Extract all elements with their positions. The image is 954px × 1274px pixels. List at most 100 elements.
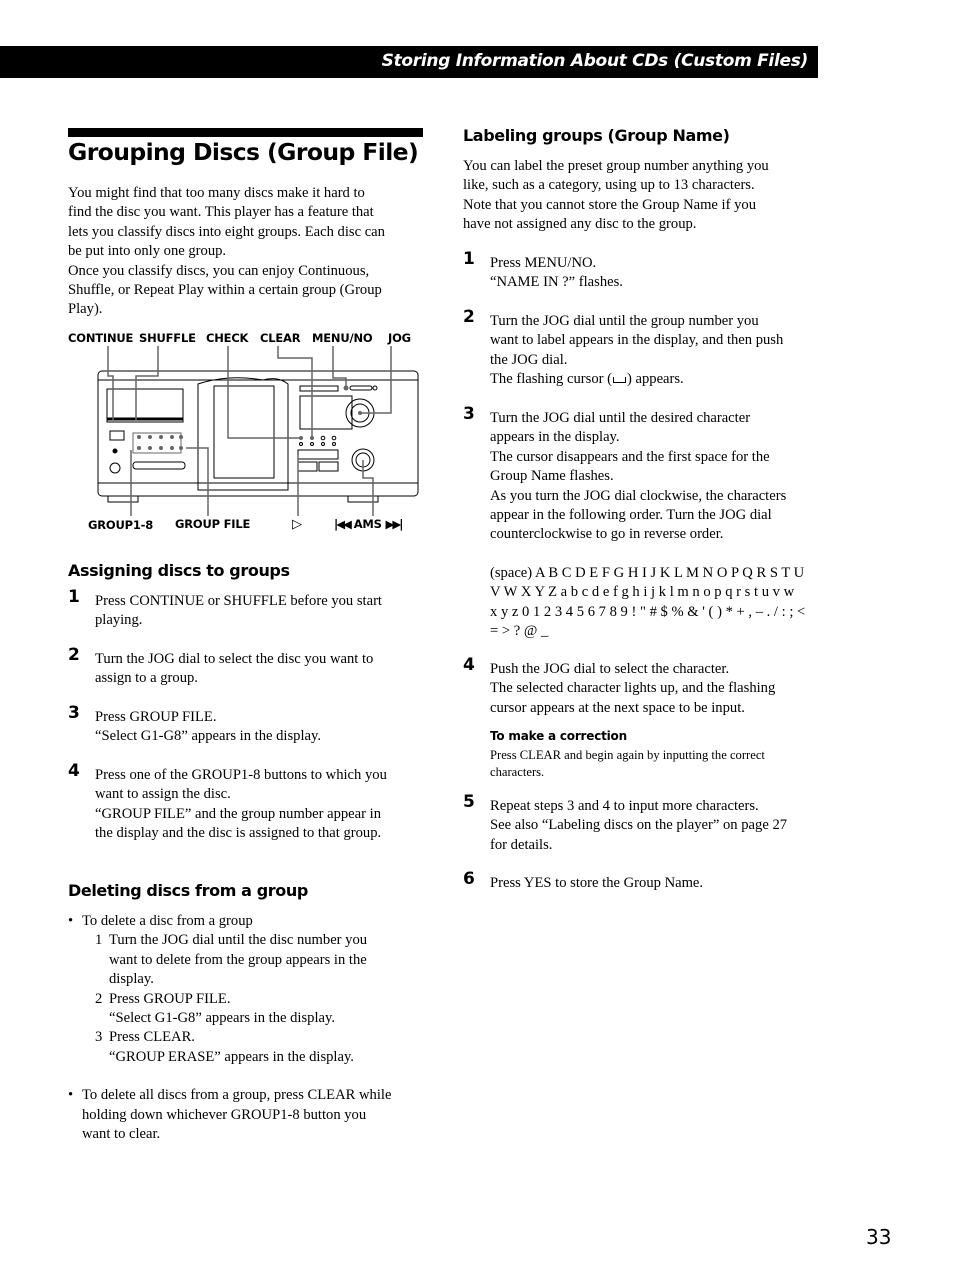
intro-line: lets you classify discs into eight group… xyxy=(68,223,385,240)
substep-text: “Select G1-G8” appears in the display. xyxy=(109,1010,335,1027)
ams-label-group: |◀◀ AMS ▶▶| xyxy=(334,517,404,531)
substep-text: Press CLEAR. xyxy=(109,1029,195,1046)
play-icon: ▷ xyxy=(292,517,302,532)
step-number: 1 xyxy=(463,249,475,269)
step-text: playing. xyxy=(95,612,143,629)
intro-line: You can label the preset group number an… xyxy=(463,158,769,174)
step-text: counterclockwise to go in reverse order. xyxy=(490,526,724,543)
intro-line: be put into only one group. xyxy=(68,243,227,260)
intro-line: Note that you cannot store the Group Nam… xyxy=(463,196,757,213)
charset-line: = > ? @ _ xyxy=(490,623,549,640)
character-set: (space) A B C D E F G H I J K L M N O P … xyxy=(490,564,830,642)
step-text: The cursor disappears and the first spac… xyxy=(490,448,770,465)
step-text: The selected character lights up, and th… xyxy=(490,680,776,697)
labeling-intro: You can label the preset group number an… xyxy=(463,157,823,235)
step-text: Press one of the GROUP1-8 buttons to whi… xyxy=(95,767,387,783)
label-step-4: 4 Push the JOG dial to select the charac… xyxy=(463,655,830,781)
cursor-icon xyxy=(612,377,626,384)
substep-text: display. xyxy=(109,971,154,988)
label-step-6: 6 Press YES to store the Group Name. xyxy=(463,869,830,893)
charset-line: V W X Y Z a b c d e f g h i j k l m n o … xyxy=(490,584,795,601)
intro-line: Shuffle, or Repeat Play within a certain… xyxy=(68,282,382,299)
assign-step-4: 4 Press one of the GROUP1-8 buttons to w… xyxy=(68,761,435,844)
prev-track-icon: |◀◀ xyxy=(334,517,352,531)
correction-line: Press CLEAR and begin again by inputting… xyxy=(490,747,765,762)
step-number: 6 xyxy=(463,869,475,889)
intro-line: find the disc you want. This player has … xyxy=(68,204,374,221)
substep-number: 3 xyxy=(95,1029,103,1046)
step-text: want to label appears in the display, an… xyxy=(490,332,784,349)
step-text: As you turn the JOG dial clockwise, the … xyxy=(490,487,787,504)
bullet-dot: • xyxy=(68,1087,74,1104)
eject-button xyxy=(109,430,125,441)
substep-text: Press GROUP FILE. xyxy=(109,990,231,1007)
bullet-dot: • xyxy=(68,913,74,929)
step-text: appear in the following order. Turn the … xyxy=(490,507,772,524)
substep-text: “GROUP ERASE” appears in the display. xyxy=(109,1048,354,1065)
step-text: want to assign the disc. xyxy=(95,786,231,803)
deleting-list: • To delete a disc from a group 1 Turn t… xyxy=(68,912,428,1144)
labeling-heading: Labeling groups (Group Name) xyxy=(463,126,730,145)
ams-label: AMS xyxy=(353,517,382,531)
label-step-5: 5 Repeat steps 3 and 4 to input more cha… xyxy=(463,792,830,855)
bullet-text: To delete all discs from a group, press … xyxy=(82,1087,392,1104)
step-text: Turn the JOG dial until the desired char… xyxy=(490,410,751,426)
bullet-text: To delete a disc from a group xyxy=(82,913,253,929)
intro-line: Once you classify discs, you can enjoy C… xyxy=(68,262,370,279)
substep-number: 1 xyxy=(95,932,103,949)
step-text: “GROUP FILE” and the group number appear… xyxy=(95,805,381,822)
step-number: 2 xyxy=(68,645,80,665)
substep-text: want to delete from the group appears in… xyxy=(109,951,367,968)
label-step-1: 1 Press MENU/NO. “NAME IN ?” flashes. xyxy=(463,249,830,293)
deleting-heading: Deleting discs from a group xyxy=(68,881,308,900)
step-text: the JOG dial. xyxy=(490,351,568,368)
text-fragment: ) appears. xyxy=(626,371,684,388)
step-text: Press CONTINUE or SHUFFLE before you sta… xyxy=(95,593,382,609)
cd-player-diagram: CONTINUE SHUFFLE CHECK CLEAR MENU/NO JOG xyxy=(68,328,428,536)
step-text: Group Name flashes. xyxy=(490,468,614,485)
play-button xyxy=(297,449,339,460)
bullet-item: • To delete all discs from a group, pres… xyxy=(68,1086,428,1144)
foot-left xyxy=(107,495,139,503)
step-text: appears in the display. xyxy=(490,429,620,446)
step-text: Press GROUP FILE. xyxy=(95,709,217,725)
step-number: 2 xyxy=(463,307,475,327)
step-text: See also “Labeling discs on the player” … xyxy=(490,817,788,834)
top-buttons xyxy=(299,385,339,392)
substep-3: 3 Press CLEAR. “GROUP ERASE” appears in … xyxy=(68,1028,428,1067)
step-text: Turn the JOG dial to select the disc you… xyxy=(95,651,374,667)
step-text: Repeat steps 3 and 4 to input more chara… xyxy=(490,798,759,814)
correction-heading: To make a correction xyxy=(490,729,627,744)
section-header-bar: Storing Information About CDs (Custom Fi… xyxy=(0,46,818,78)
intro-line: have not assigned any disc to the group. xyxy=(463,216,697,233)
substep-2: 2 Press GROUP FILE. “Select G1-G8” appea… xyxy=(68,990,428,1029)
step-number: 3 xyxy=(68,703,80,723)
step-text: Push the JOG dial to select the characte… xyxy=(490,661,730,677)
label-group-file: GROUP FILE xyxy=(175,517,251,531)
step-number: 3 xyxy=(463,404,475,424)
step-text: assign to a group. xyxy=(95,670,198,687)
step-text: The flashing cursor ( ) appears. xyxy=(490,370,830,389)
door-window xyxy=(213,385,275,479)
pause-button xyxy=(297,461,318,472)
intro-line: Play). xyxy=(68,301,103,318)
bullet-text: want to clear. xyxy=(82,1126,161,1143)
next-track-icon: ▶▶| xyxy=(385,517,404,531)
step-number: 5 xyxy=(463,792,475,812)
page-number: 33 xyxy=(866,1225,892,1249)
step-text: Turn the JOG dial until the group number… xyxy=(490,313,759,329)
step-text: cursor appears at the next space to be i… xyxy=(490,699,745,716)
title-rule xyxy=(68,128,423,137)
intro-line: like, such as a category, using up to 13… xyxy=(463,177,755,194)
stop-button xyxy=(318,461,339,472)
right-display xyxy=(299,395,353,430)
text-fragment: The flashing cursor ( xyxy=(490,371,612,388)
check-clear-buttons xyxy=(299,435,337,446)
group1-8-buttons xyxy=(137,435,183,450)
step-text: for details. xyxy=(490,836,553,853)
correction-text: Press CLEAR and begin again by inputting… xyxy=(490,747,830,781)
intro-line: You might find that too many discs make … xyxy=(68,185,365,201)
slot xyxy=(132,461,186,470)
substep-1: 1 Turn the JOG dial until the disc numbe… xyxy=(68,931,428,989)
substep-text: Turn the JOG dial until the disc number … xyxy=(109,932,368,949)
